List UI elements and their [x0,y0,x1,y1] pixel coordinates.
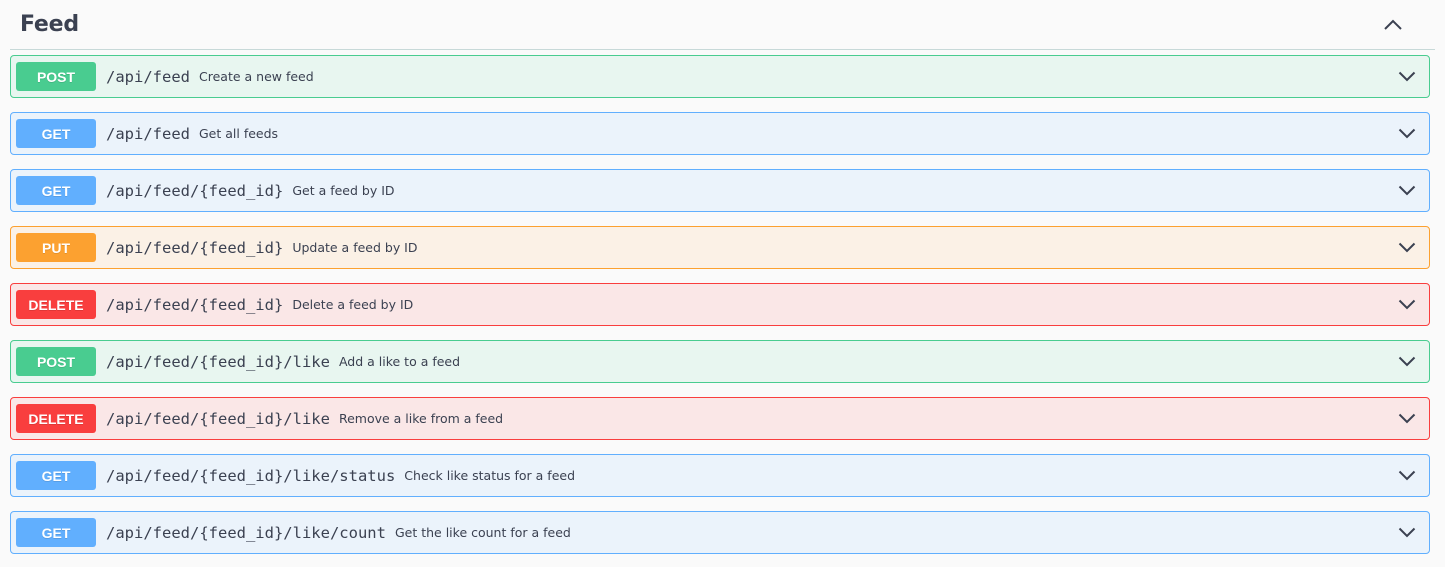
operation-summary: Get the like count for a feed [394,525,571,540]
expand-button[interactable] [1395,65,1419,89]
expand-button[interactable] [1395,407,1419,431]
operation-summary: Remove a like from a feed [338,411,504,426]
method-badge: GET [16,176,96,205]
chevron-down-icon [1398,413,1416,424]
operation-row[interactable]: POST /api/feed Create a new feed [10,55,1430,98]
operation-path: /api/feed/{feed_id} [106,181,284,200]
operation-summary: Get a feed by ID [292,183,395,198]
operation-row[interactable]: GET /api/feed/{feed_id}/like/count Get t… [10,511,1430,554]
chevron-down-icon [1398,299,1416,310]
operation-row[interactable]: PUT /api/feed/{feed_id} Update a feed by… [10,226,1430,269]
operation-path: /api/feed [106,124,190,143]
operation-row[interactable]: DELETE /api/feed/{feed_id} Delete a feed… [10,283,1430,326]
method-badge: GET [16,518,96,547]
operation-summary: Create a new feed [199,69,314,84]
operation-row[interactable]: POST /api/feed/{feed_id}/like Add a like… [10,340,1430,383]
expand-button[interactable] [1395,350,1419,374]
operation-path: /api/feed [106,67,190,86]
section-header[interactable]: Feed [10,0,1435,50]
expand-button[interactable] [1395,122,1419,146]
operation-path: /api/feed/{feed_id}/like/status [106,466,396,485]
operation-row[interactable]: GET /api/feed/{feed_id} Get a feed by ID [10,169,1430,212]
operation-summary: Update a feed by ID [292,240,418,255]
operation-path: /api/feed/{feed_id} [106,295,284,314]
collapse-button[interactable] [1373,5,1413,45]
chevron-down-icon [1398,128,1416,139]
expand-button[interactable] [1395,236,1419,260]
operation-row[interactable]: GET /api/feed Get all feeds [10,112,1430,155]
method-badge: DELETE [16,290,96,319]
chevron-down-icon [1398,71,1416,82]
operation-path: /api/feed/{feed_id}/like [106,352,330,371]
operation-summary: Add a like to a feed [338,354,461,369]
method-badge: POST [16,62,96,91]
chevron-down-icon [1398,527,1416,538]
operation-row[interactable]: DELETE /api/feed/{feed_id}/like Remove a… [10,397,1430,440]
expand-button[interactable] [1395,179,1419,203]
chevron-down-icon [1398,185,1416,196]
operation-path: /api/feed/{feed_id}/like [106,409,330,428]
operation-row[interactable]: GET /api/feed/{feed_id}/like/status Chec… [10,454,1430,497]
chevron-down-icon [1398,242,1416,253]
chevron-down-icon [1398,356,1416,367]
feed-section: Feed POST /api/feed Create a new feed GE… [0,0,1445,567]
method-badge: PUT [16,233,96,262]
expand-button[interactable] [1395,293,1419,317]
method-badge: GET [16,119,96,148]
operation-summary: Get all feeds [199,126,279,141]
method-badge: DELETE [16,404,96,433]
section-title: Feed [20,12,79,37]
operation-summary: Check like status for a feed [404,468,576,483]
chevron-down-icon [1398,470,1416,481]
method-badge: GET [16,461,96,490]
operation-path: /api/feed/{feed_id} [106,238,284,257]
operation-path: /api/feed/{feed_id}/like/count [106,523,386,542]
method-badge: POST [16,347,96,376]
expand-button[interactable] [1395,521,1419,545]
chevron-up-icon [1384,19,1402,30]
expand-button[interactable] [1395,464,1419,488]
operation-summary: Delete a feed by ID [292,297,414,312]
